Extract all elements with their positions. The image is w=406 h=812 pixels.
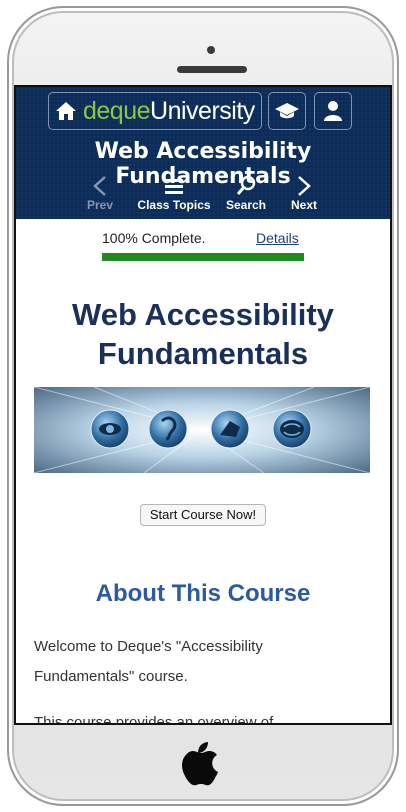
overview-text: This course provides an overview of [34,714,274,725]
prev-label: Prev [86,198,114,212]
home-logo-link[interactable]: dequeUniversity [48,92,262,130]
intro-line-1: Welcome to Deque's "Accessibility [34,638,263,655]
courses-button[interactable] [268,92,306,130]
about-heading: About This Course [95,580,311,607]
account-button[interactable] [314,92,352,130]
next-button[interactable]: Next [264,173,344,212]
ear-icon [148,409,188,449]
class-topics-label: Class Topics [137,198,211,212]
site-header: dequeUniversity Web Accessibility Fundam… [16,87,390,219]
course-nav: Prev Class Topics Search Next [16,173,390,217]
details-link[interactable]: Details [256,230,299,246]
chevron-right-icon [298,176,311,196]
front-camera [207,46,215,54]
prev-button[interactable]: Prev [60,173,140,212]
graduation-cap-icon [275,103,299,119]
course-title: Web Accessibility Fundamentals [72,297,334,371]
next-label: Next [290,198,317,212]
progress-bar-fill [102,253,304,261]
logo-text: dequeUniversity [83,96,255,125]
course-banner-image [34,387,370,473]
chevron-left-icon [93,176,106,196]
home-icon [56,102,76,120]
progress-text: 100% Complete. [102,230,206,246]
class-topics-button[interactable]: Class Topics [134,173,214,212]
search-icon [236,175,256,195]
progress-bar [102,253,304,261]
menu-icon [165,179,183,194]
apple-logo-icon [182,742,218,786]
user-icon [324,101,342,121]
start-course-button[interactable]: Start Course Now! [140,504,266,526]
phone-screen: dequeUniversity Web Accessibility Fundam… [14,85,392,725]
earpiece-speaker [177,66,247,73]
intro-line-2: Fundamentals" course. [34,668,188,685]
